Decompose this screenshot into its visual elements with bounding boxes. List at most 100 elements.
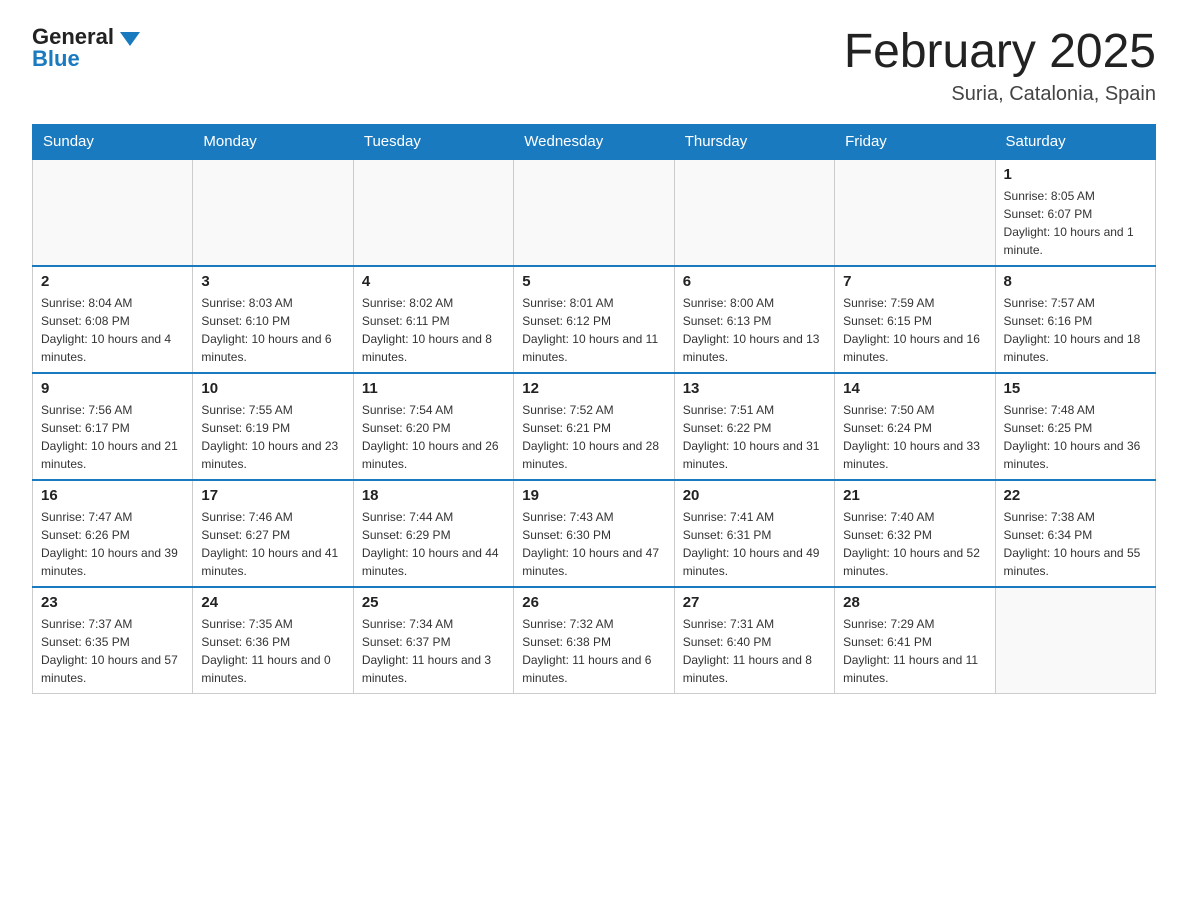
day-number: 18 [362, 487, 505, 504]
day-info: Sunrise: 7:55 AMSunset: 6:19 PMDaylight:… [201, 401, 344, 473]
day-number: 26 [522, 594, 665, 611]
calendar-cell: 26 Sunrise: 7:32 AMSunset: 6:38 PMDayligh… [514, 587, 674, 694]
calendar-cell: 21Sunrise: 7:40 AMSunset: 6:32 PMDayligh… [835, 480, 995, 587]
day-info: Sunrise: 7:51 AMSunset: 6:22 PMDaylight:… [683, 401, 826, 473]
calendar-cell: 28 Sunrise: 7:29 AMSunset: 6:41 PMDayligh… [835, 587, 995, 694]
day-number: 14 [843, 380, 986, 397]
calendar-cell [995, 587, 1155, 694]
calendar-cell [33, 159, 193, 266]
day-info: Sunrise: 7:52 AMSunset: 6:21 PMDaylight:… [522, 401, 665, 473]
calendar-cell: 18 Sunrise: 7:44 AMSunset: 6:29 PMDayligh… [353, 480, 513, 587]
calendar-cell: 12Sunrise: 7:52 AMSunset: 6:21 PMDayligh… [514, 373, 674, 480]
calendar-cell: 13 Sunrise: 7:51 AMSunset: 6:22 PMDayligh… [674, 373, 834, 480]
calendar-cell: 1Sunrise: 8:05 AMSunset: 6:07 PMDaylight… [995, 159, 1155, 266]
calendar-cell: 7Sunrise: 7:59 AMSunset: 6:15 PMDaylight… [835, 266, 995, 373]
calendar-cell: 20 Sunrise: 7:41 AMSunset: 6:31 PMDayligh… [674, 480, 834, 587]
calendar-cell [514, 159, 674, 266]
day-number: 16 [41, 487, 184, 504]
calendar-body: 1Sunrise: 8:05 AMSunset: 6:07 PMDaylight… [33, 159, 1156, 694]
day-info: Sunrise: 8:04 AMSunset: 6:08 PMDaylight:… [41, 294, 184, 366]
day-number: 13 [683, 380, 826, 397]
day-number: 25 [362, 594, 505, 611]
calendar-cell: 9 Sunrise: 7:56 AMSunset: 6:17 PMDaylight… [33, 373, 193, 480]
title-block: February 2025 Suria, Catalonia, Spain [844, 24, 1156, 106]
day-info: Sunrise: 7:54 AMSunset: 6:20 PMDaylight:… [362, 401, 505, 473]
calendar-week-3: 9 Sunrise: 7:56 AMSunset: 6:17 PMDaylight… [33, 373, 1156, 480]
weekday-header-monday: Monday [193, 125, 353, 160]
calendar-header: SundayMondayTuesdayWednesdayThursdayFrid… [33, 125, 1156, 160]
day-number: 23 [41, 594, 184, 611]
calendar-cell: 19 Sunrise: 7:43 AMSunset: 6:30 PMDayligh… [514, 480, 674, 587]
day-number: 4 [362, 273, 505, 290]
day-info: Sunrise: 8:00 AMSunset: 6:13 PMDaylight:… [683, 294, 826, 366]
calendar-cell: 11 Sunrise: 7:54 AMSunset: 6:20 PMDayligh… [353, 373, 513, 480]
day-info: Sunrise: 7:46 AMSunset: 6:27 PMDaylight:… [201, 508, 344, 580]
day-number: 3 [201, 273, 344, 290]
day-info: Sunrise: 8:03 AMSunset: 6:10 PMDaylight:… [201, 294, 344, 366]
calendar-cell: 8 Sunrise: 7:57 AMSunset: 6:16 PMDaylight… [995, 266, 1155, 373]
day-number: 11 [362, 380, 505, 397]
day-number: 27 [683, 594, 826, 611]
calendar-cell: 15 Sunrise: 7:48 AMSunset: 6:25 PMDayligh… [995, 373, 1155, 480]
day-number: 20 [683, 487, 826, 504]
calendar-cell [835, 159, 995, 266]
day-number: 6 [683, 273, 826, 290]
calendar-cell: 3 Sunrise: 8:03 AMSunset: 6:10 PMDaylight… [193, 266, 353, 373]
calendar-week-4: 16 Sunrise: 7:47 AMSunset: 6:26 PMDayligh… [33, 480, 1156, 587]
weekday-header-wednesday: Wednesday [514, 125, 674, 160]
calendar-cell [674, 159, 834, 266]
calendar-cell: 5 Sunrise: 8:01 AMSunset: 6:12 PMDaylight… [514, 266, 674, 373]
day-info: Sunrise: 8:01 AMSunset: 6:12 PMDaylight:… [522, 294, 665, 366]
calendar-cell: 4 Sunrise: 8:02 AMSunset: 6:11 PMDaylight… [353, 266, 513, 373]
day-info: Sunrise: 7:29 AMSunset: 6:41 PMDaylight:… [843, 615, 986, 687]
day-number: 9 [41, 380, 184, 397]
calendar-cell: 16 Sunrise: 7:47 AMSunset: 6:26 PMDayligh… [33, 480, 193, 587]
calendar-cell: 2 Sunrise: 8:04 AMSunset: 6:08 PMDaylight… [33, 266, 193, 373]
logo: General Blue [32, 24, 140, 72]
weekday-header-tuesday: Tuesday [353, 125, 513, 160]
day-info: Sunrise: 7:48 AMSunset: 6:25 PMDaylight:… [1004, 401, 1147, 473]
day-info: Sunrise: 7:34 AMSunset: 6:37 PMDaylight:… [362, 615, 505, 687]
day-info: Sunrise: 7:50 AMSunset: 6:24 PMDaylight:… [843, 401, 986, 473]
day-info: Sunrise: 7:47 AMSunset: 6:26 PMDaylight:… [41, 508, 184, 580]
day-info: Sunrise: 7:35 AMSunset: 6:36 PMDaylight:… [201, 615, 344, 687]
calendar-cell: 10Sunrise: 7:55 AMSunset: 6:19 PMDayligh… [193, 373, 353, 480]
calendar-cell [193, 159, 353, 266]
day-info: Sunrise: 7:59 AMSunset: 6:15 PMDaylight:… [843, 294, 986, 366]
day-info: Sunrise: 8:02 AMSunset: 6:11 PMDaylight:… [362, 294, 505, 366]
weekday-header-sunday: Sunday [33, 125, 193, 160]
weekday-header-row: SundayMondayTuesdayWednesdayThursdayFrid… [33, 125, 1156, 160]
calendar-cell: 17Sunrise: 7:46 AMSunset: 6:27 PMDayligh… [193, 480, 353, 587]
day-number: 5 [522, 273, 665, 290]
day-info: Sunrise: 7:40 AMSunset: 6:32 PMDaylight:… [843, 508, 986, 580]
calendar-cell [353, 159, 513, 266]
day-info: Sunrise: 8:05 AMSunset: 6:07 PMDaylight:… [1004, 187, 1147, 259]
day-info: Sunrise: 7:32 AMSunset: 6:38 PMDaylight:… [522, 615, 665, 687]
calendar-cell: 24Sunrise: 7:35 AMSunset: 6:36 PMDayligh… [193, 587, 353, 694]
calendar-cell: 23 Sunrise: 7:37 AMSunset: 6:35 PMDayligh… [33, 587, 193, 694]
day-info: Sunrise: 7:37 AMSunset: 6:35 PMDaylight:… [41, 615, 184, 687]
day-number: 2 [41, 273, 184, 290]
calendar-table: SundayMondayTuesdayWednesdayThursdayFrid… [32, 124, 1156, 694]
calendar-cell: 25 Sunrise: 7:34 AMSunset: 6:37 PMDayligh… [353, 587, 513, 694]
logo-blue: Blue [32, 46, 80, 72]
day-number: 22 [1004, 487, 1147, 504]
logo-triangle-icon [120, 32, 140, 46]
weekday-header-friday: Friday [835, 125, 995, 160]
day-info: Sunrise: 7:41 AMSunset: 6:31 PMDaylight:… [683, 508, 826, 580]
location: Suria, Catalonia, Spain [844, 83, 1156, 106]
day-info: Sunrise: 7:57 AMSunset: 6:16 PMDaylight:… [1004, 294, 1147, 366]
calendar-cell: 6 Sunrise: 8:00 AMSunset: 6:13 PMDaylight… [674, 266, 834, 373]
calendar-week-1: 1Sunrise: 8:05 AMSunset: 6:07 PMDaylight… [33, 159, 1156, 266]
day-info: Sunrise: 7:44 AMSunset: 6:29 PMDaylight:… [362, 508, 505, 580]
calendar-cell: 14 Sunrise: 7:50 AMSunset: 6:24 PMDayligh… [835, 373, 995, 480]
day-info: Sunrise: 7:43 AMSunset: 6:30 PMDaylight:… [522, 508, 665, 580]
day-number: 19 [522, 487, 665, 504]
day-number: 15 [1004, 380, 1147, 397]
day-number: 28 [843, 594, 986, 611]
weekday-header-saturday: Saturday [995, 125, 1155, 160]
weekday-header-thursday: Thursday [674, 125, 834, 160]
page-header: General Blue February 2025 Suria, Catalo… [32, 24, 1156, 106]
day-number: 8 [1004, 273, 1147, 290]
day-info: Sunrise: 7:56 AMSunset: 6:17 PMDaylight:… [41, 401, 184, 473]
